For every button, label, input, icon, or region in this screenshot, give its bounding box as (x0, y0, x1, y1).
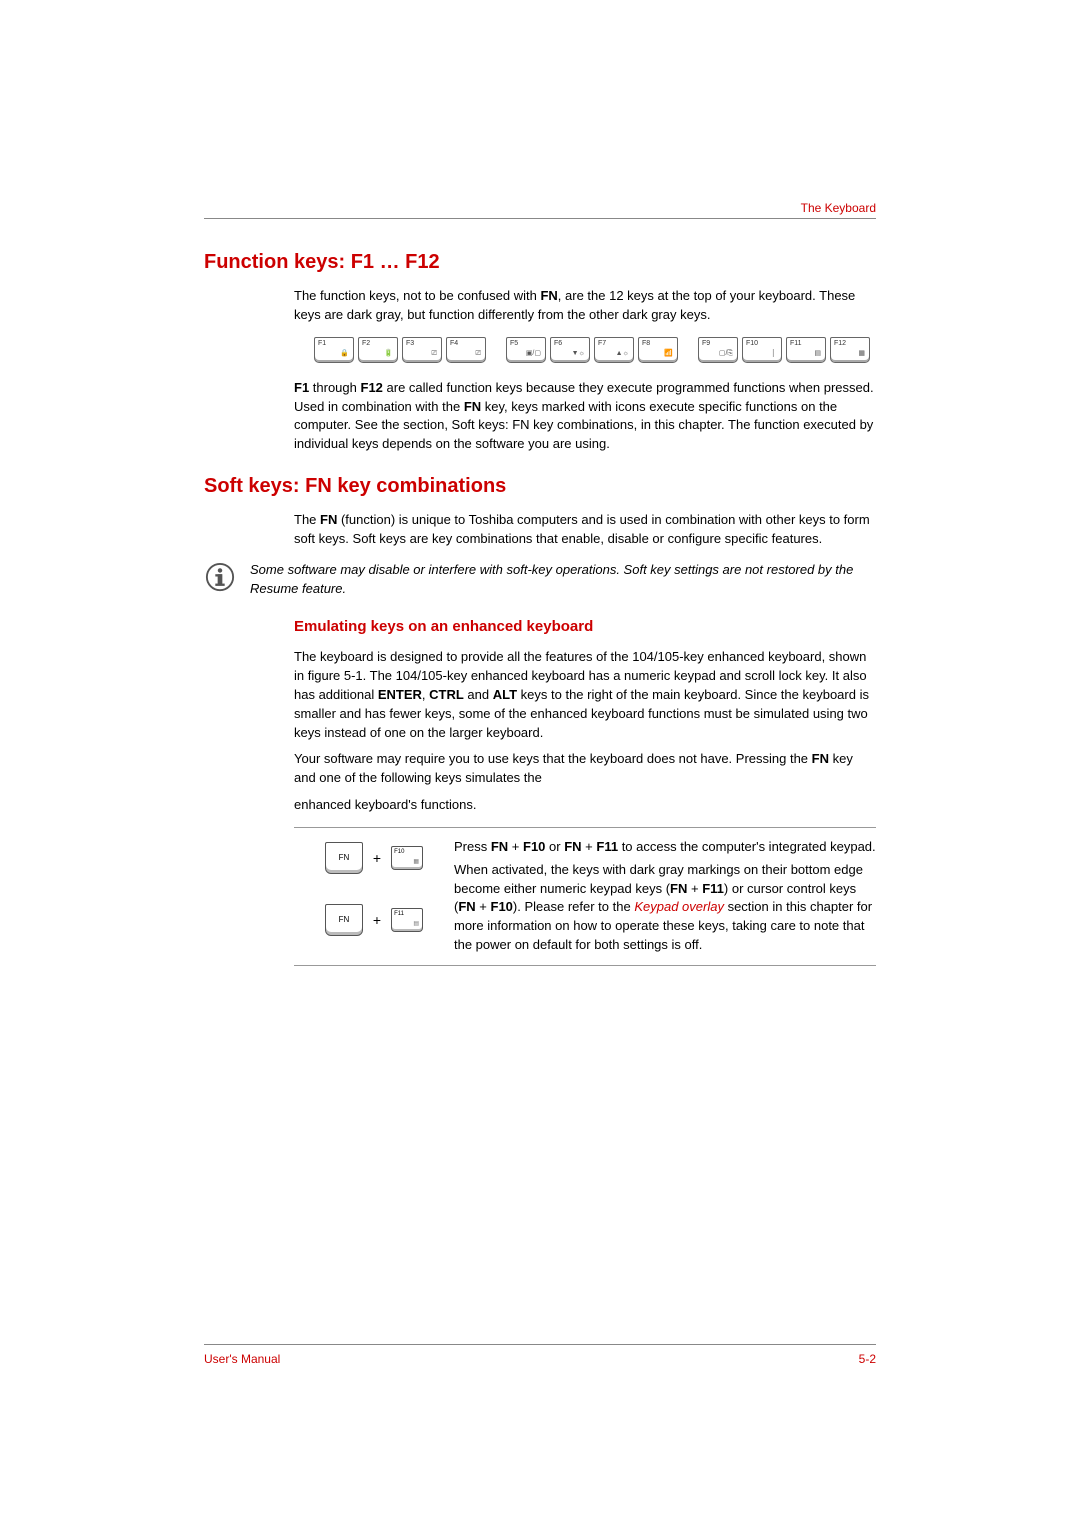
link-keypad-overlay[interactable]: Keypad overlay (634, 899, 724, 914)
key-f2: F2🔋 (358, 337, 398, 363)
key-f6: F6▼☼ (550, 337, 590, 363)
fn-combo-table: FN + F10▦ FN + F11▤ Press FN + F10 or FN… (294, 827, 876, 966)
info-icon (204, 561, 236, 593)
key-f3: F3⎚ (402, 337, 442, 363)
heading-function-keys: Function keys: F1 … F12 (204, 248, 876, 277)
key-f5: F5▣/▢ (506, 337, 546, 363)
plus-icon: + (373, 910, 381, 930)
key-f10: F10⡇ (742, 337, 782, 363)
key-f1: F1🔒 (314, 337, 354, 363)
combo-fn-f11: FN + F11▤ (294, 904, 454, 936)
page-footer: User's Manual 5-2 (204, 1344, 876, 1368)
note-soft-key: Some software may disable or interfere w… (250, 561, 876, 599)
key-f9: F9▢/⎘ (698, 337, 738, 363)
header-rule (204, 218, 876, 219)
combo-fn-f10: FN + F10▦ (294, 842, 454, 874)
key-f7: F7▲☼ (594, 337, 634, 363)
para-emulating-1: The keyboard is designed to provide all … (294, 648, 876, 742)
key-f11-small: F11▤ (391, 908, 423, 932)
para-fn-intro: The function keys, not to be confused wi… (294, 287, 876, 325)
function-key-row-figure: F1🔒 F2🔋 F3⎚ F4⎚ F5▣/▢ F6▼☼ F7▲☼ F8📶 F9▢/… (314, 337, 876, 363)
para-fn-desc: F1 through F12 are called function keys … (294, 379, 876, 454)
key-f8: F8📶 (638, 337, 678, 363)
combo-desc-1: Press FN + F10 or FN + F11 to access the… (454, 838, 876, 857)
footer-left: User's Manual (204, 1351, 280, 1368)
key-f4: F4⎚ (446, 337, 486, 363)
key-f10-small: F10▦ (391, 846, 423, 870)
combo-desc-2: When activated, the keys with dark gray … (454, 861, 876, 955)
key-fn: FN (325, 904, 363, 936)
key-f11: F11▤ (786, 337, 826, 363)
para-emulating-3: enhanced keyboard's functions. (294, 796, 876, 815)
heading-soft-keys: Soft keys: FN key combinations (204, 472, 876, 501)
heading-emulating: Emulating keys on an enhanced keyboard (294, 616, 876, 638)
key-f12: F12▦ (830, 337, 870, 363)
para-soft-intro: The FN (function) is unique to Toshiba c… (294, 511, 876, 549)
plus-icon: + (373, 848, 381, 868)
chapter-title: The Keyboard (801, 200, 876, 217)
footer-right: 5-2 (859, 1351, 876, 1368)
para-emulating-2: Your software may require you to use key… (294, 750, 876, 788)
key-fn: FN (325, 842, 363, 874)
